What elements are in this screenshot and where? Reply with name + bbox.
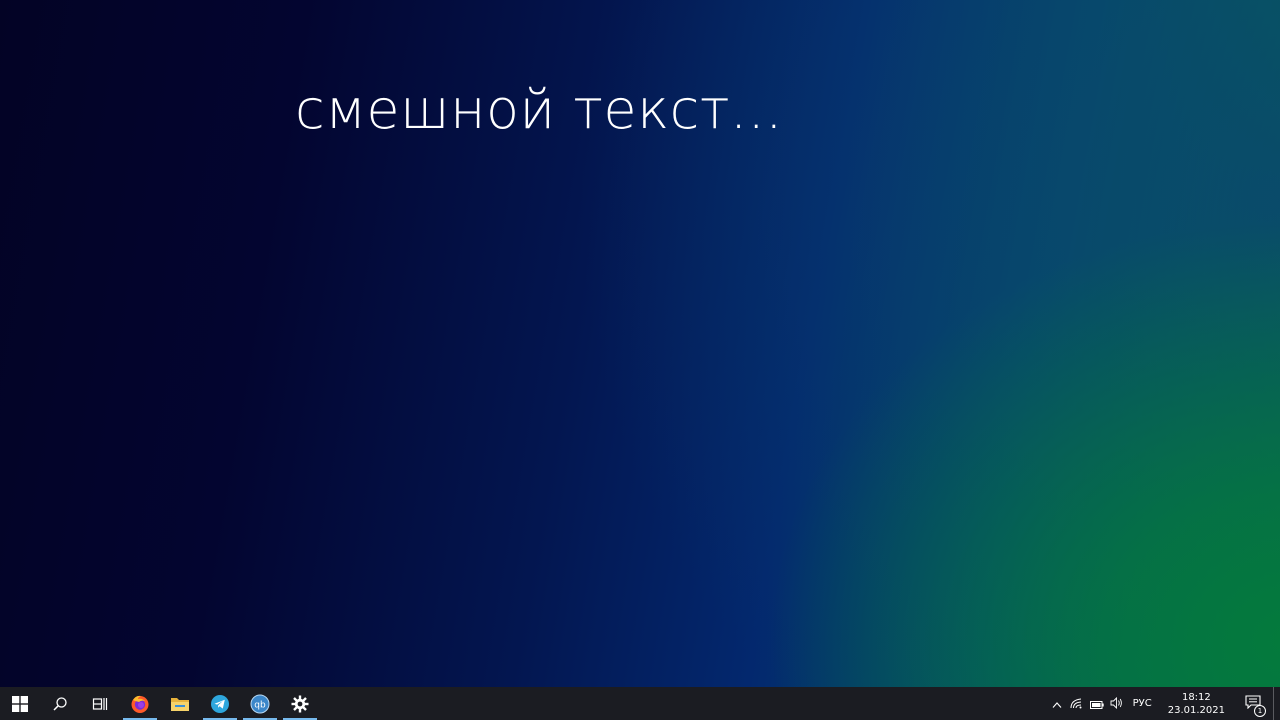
chevron-up-icon: [1052, 694, 1062, 713]
task-view-icon: [92, 696, 108, 712]
folder-icon: [170, 695, 190, 713]
taskbar-app-settings[interactable]: [280, 687, 320, 720]
notification-count-badge: 1: [1254, 705, 1266, 717]
taskbar: qb РУС 18:12 23.01.2021 1: [0, 687, 1280, 720]
show-hidden-icons-button[interactable]: [1047, 687, 1067, 720]
action-center-button[interactable]: 1: [1233, 687, 1273, 720]
taskbar-app-firefox[interactable]: [120, 687, 160, 720]
desktop-text: смешной текст...: [295, 78, 783, 141]
qbittorrent-icon: qb: [250, 694, 270, 714]
desktop-wallpaper[interactable]: смешной текст...: [0, 0, 1280, 687]
qbittorrent-glyph: qb: [254, 700, 266, 710]
volume-button[interactable]: [1107, 687, 1127, 720]
task-view-button[interactable]: [80, 687, 120, 720]
clock-time: 18:12: [1181, 691, 1211, 703]
battery-icon: [1089, 694, 1104, 713]
clock-date: 23.01.2021: [1167, 704, 1225, 716]
search-icon: [52, 696, 68, 712]
windows-icon: [12, 695, 28, 712]
gear-icon: [291, 695, 309, 713]
start-button[interactable]: [0, 687, 40, 720]
speaker-icon: [1110, 694, 1123, 713]
clock[interactable]: 18:12 23.01.2021: [1160, 691, 1233, 717]
taskbar-app-telegram[interactable]: [200, 687, 240, 720]
firefox-icon: [130, 694, 150, 714]
language-indicator[interactable]: РУС: [1127, 698, 1160, 709]
battery-button[interactable]: [1087, 687, 1107, 720]
taskbar-app-qbittorrent[interactable]: qb: [240, 687, 280, 720]
show-desktop-button[interactable]: [1273, 687, 1280, 720]
telegram-icon: [210, 694, 230, 714]
search-button[interactable]: [40, 687, 80, 720]
network-button[interactable]: [1067, 687, 1087, 720]
system-tray: РУС 18:12 23.01.2021 1: [1047, 687, 1280, 720]
wifi-icon: [1070, 694, 1083, 713]
taskbar-app-file-explorer[interactable]: [160, 687, 200, 720]
